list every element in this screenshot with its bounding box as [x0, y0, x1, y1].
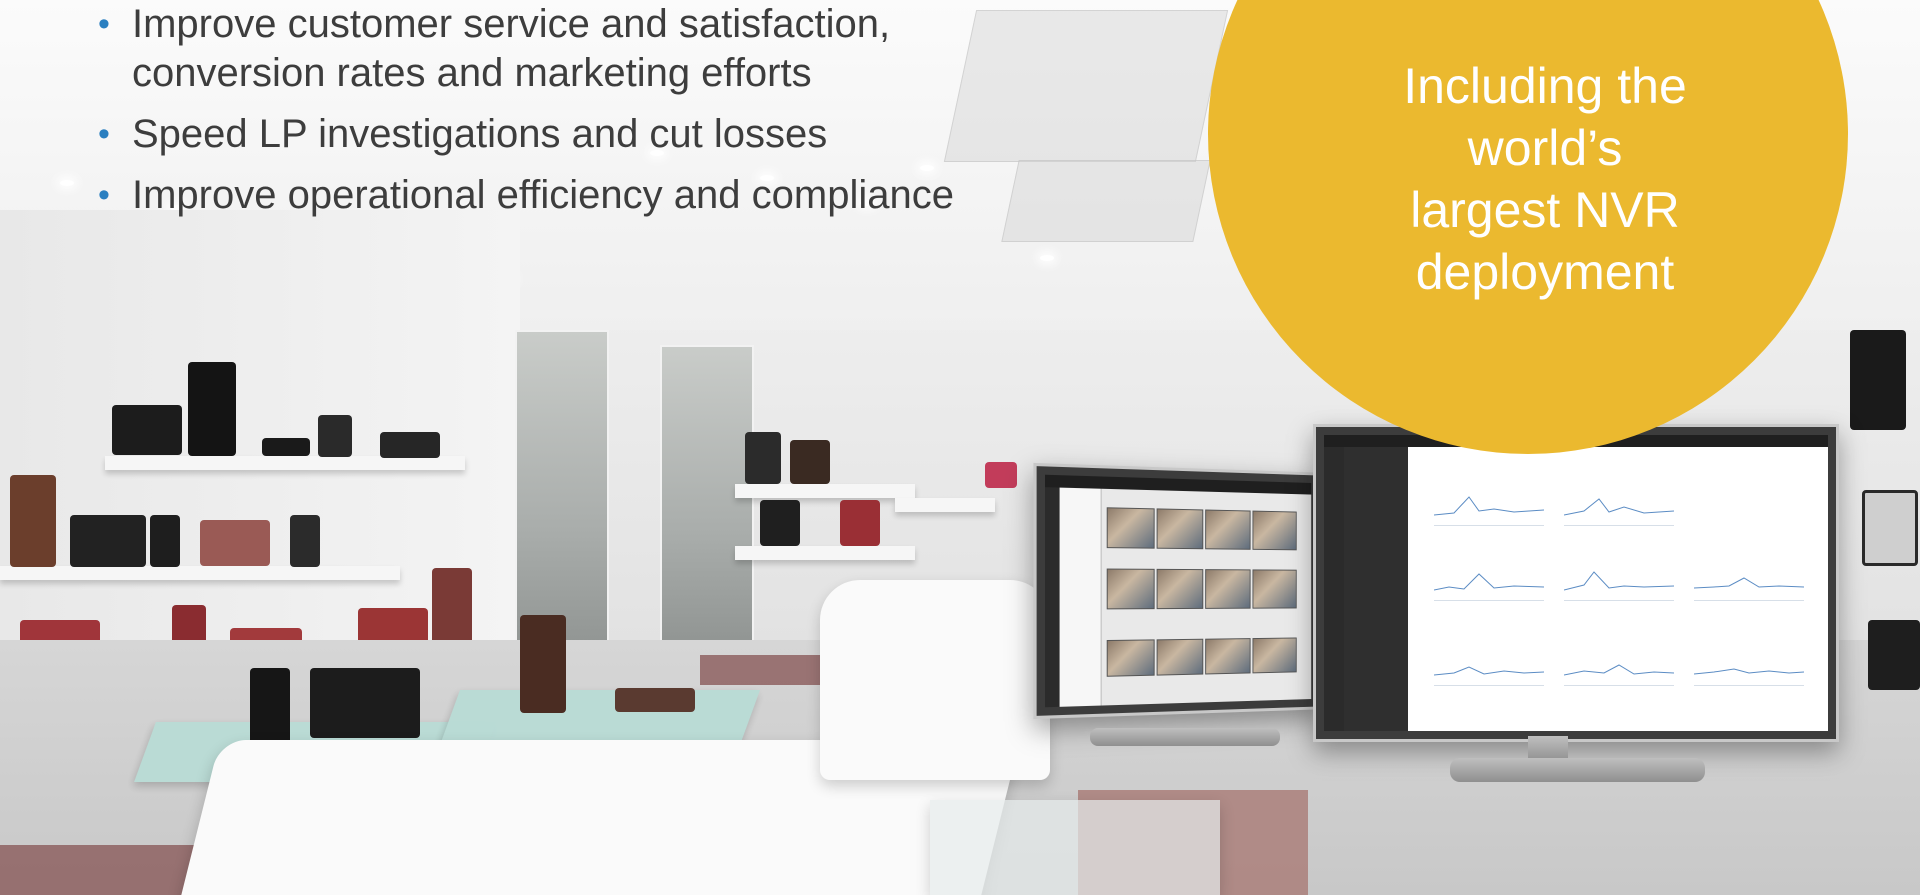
- handbag: [200, 520, 270, 566]
- handbag: [70, 515, 146, 567]
- mirror-panel: [660, 345, 754, 659]
- camera-thumbnail: [1106, 507, 1155, 549]
- boot: [1850, 330, 1906, 430]
- chart-sparkline: [1563, 664, 1675, 676]
- ceiling-light: [60, 180, 74, 186]
- camera-list-panel: [1059, 487, 1102, 707]
- mirror-panel: [515, 330, 609, 664]
- benefit-item: • Improve customer service and satisfact…: [94, 0, 1002, 98]
- glass-table: [930, 800, 1220, 895]
- dashboard-chart: [1693, 645, 1805, 686]
- dashboard-chart: [1563, 560, 1675, 601]
- chart-sparkline: [1563, 498, 1675, 516]
- camera-thumbnail: [1205, 638, 1251, 675]
- display-table: [439, 690, 761, 745]
- camera-thumbnail: [1156, 568, 1204, 610]
- video-grid-screen: [1044, 474, 1312, 708]
- monitor-right: [1313, 424, 1839, 742]
- bullet-dot-icon: •: [98, 176, 110, 214]
- app-sidebar: [1044, 474, 1060, 708]
- benefit-item: • Speed LP investigations and cut losses: [94, 110, 1054, 159]
- handbag: [1868, 620, 1920, 690]
- boot: [520, 615, 566, 713]
- shelf: [735, 484, 915, 498]
- retail-store-photo: Including the world’s largest NVR deploy…: [0, 0, 1920, 895]
- chart-sparkline: [1433, 496, 1545, 516]
- ceiling-light: [1040, 255, 1054, 261]
- shelf: [105, 456, 465, 470]
- chart-sparkline: [1433, 666, 1545, 676]
- chart-sparkline: [1693, 668, 1805, 675]
- boot: [790, 440, 830, 484]
- boot: [760, 500, 800, 546]
- navigation-panel: [1344, 447, 1408, 731]
- shelf: [895, 498, 995, 512]
- camera-thumbnail: [1156, 638, 1204, 676]
- shoe: [1862, 490, 1918, 566]
- camera-thumbnail: [1252, 569, 1297, 609]
- shelf: [735, 546, 915, 560]
- benefit-text: Improve customer service and satisfactio…: [132, 2, 891, 95]
- benefit-item: • Improve operational efficiency and com…: [94, 171, 1054, 220]
- boot: [318, 415, 352, 457]
- boot: [150, 515, 180, 567]
- handbag: [380, 432, 440, 458]
- white-sofa-back: [820, 580, 1050, 780]
- boot: [290, 515, 320, 567]
- camera-thumbnail: [1205, 509, 1251, 550]
- camera-thumbnail: [1252, 510, 1297, 551]
- boot: [840, 500, 880, 546]
- boot: [10, 475, 56, 567]
- monitor-left-stand: [1090, 728, 1280, 746]
- callout-line: Including the: [1403, 58, 1687, 114]
- boot: [188, 362, 236, 456]
- dashboard-chart: [1433, 485, 1545, 526]
- benefit-text: Speed LP investigations and cut losses: [132, 112, 828, 156]
- camera-thumbnail: [1205, 569, 1251, 609]
- handbag: [310, 668, 420, 738]
- camera-thumbnail: [1106, 568, 1155, 610]
- shoe: [262, 438, 310, 456]
- dashboard-chart: [1563, 485, 1675, 526]
- camera-thumbnail: [1106, 639, 1155, 677]
- shoe: [615, 688, 695, 712]
- app-sidebar: [1324, 435, 1344, 731]
- callout-line: largest NVR: [1410, 182, 1680, 238]
- bullet-dot-icon: •: [98, 115, 110, 153]
- callout-line: world’s: [1467, 120, 1623, 176]
- dashboard-chart: [1433, 645, 1545, 686]
- chart-sparkline: [1433, 573, 1545, 591]
- dashboard-chart: [1433, 560, 1545, 601]
- callout-line: deployment: [1415, 244, 1675, 300]
- handbag: [985, 462, 1017, 488]
- monitor-right-stand: [1450, 758, 1705, 782]
- rug: [700, 655, 830, 685]
- handbag: [112, 405, 182, 455]
- callout-text: Including the world’s largest NVR deploy…: [1350, 55, 1740, 303]
- monitor-left: [1033, 462, 1322, 720]
- camera-thumbnail: [1252, 637, 1297, 674]
- bullet-dot-icon: •: [98, 5, 110, 43]
- chart-sparkline: [1563, 571, 1675, 591]
- camera-thumbnail: [1156, 508, 1204, 550]
- dashboard-chart: [1693, 560, 1805, 601]
- dashboard-chart: [1563, 645, 1675, 686]
- shelf: [0, 566, 400, 580]
- boot: [745, 432, 781, 484]
- benefit-text: Improve operational efficiency and compl…: [132, 173, 954, 217]
- chart-sparkline: [1693, 577, 1805, 589]
- benefits-list: • Improve customer service and satisfact…: [94, 0, 1054, 232]
- analytics-dashboard-screen: [1324, 435, 1828, 731]
